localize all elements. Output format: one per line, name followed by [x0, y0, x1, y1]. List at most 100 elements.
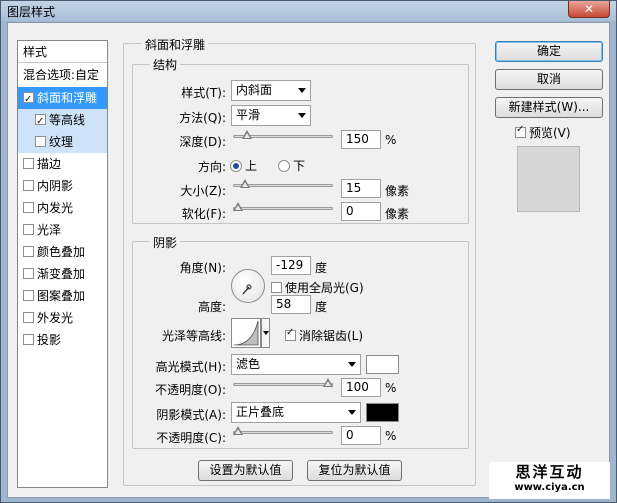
checkbox-inner-shadow[interactable]: [23, 180, 34, 191]
radio-down[interactable]: [278, 160, 290, 172]
bevel-style-select[interactable]: 内斜面: [231, 80, 311, 101]
style-list-header[interactable]: 样式: [18, 41, 107, 63]
antialias-option[interactable]: 消除锯齿(L): [285, 327, 363, 344]
gloss-contour-picker[interactable]: [231, 318, 261, 348]
antialias-checkbox[interactable]: [285, 327, 296, 341]
gloss-contour-dropdown[interactable]: [261, 318, 270, 348]
slider-thumb[interactable]: [242, 130, 252, 141]
style-item-stroke[interactable]: 描边: [18, 153, 107, 175]
style-preview-thumbnail: [517, 146, 580, 212]
size-slider[interactable]: [233, 179, 333, 193]
soften-label: 软化(F):: [181, 207, 226, 221]
slider-thumb[interactable]: [240, 179, 250, 190]
style-item-label: 纹理: [49, 135, 74, 149]
checkbox-stroke[interactable]: [23, 158, 34, 169]
angle-dial[interactable]: [231, 269, 265, 303]
close-button[interactable]: ✕: [568, 1, 610, 18]
new-style-button[interactable]: 新建样式(W)...: [495, 97, 603, 118]
shadow-mode-select[interactable]: 正片叠底: [231, 402, 361, 423]
direction-up-label: 上: [245, 159, 258, 173]
chevron-down-icon: [348, 410, 356, 415]
checkbox-pattern-overlay[interactable]: [23, 290, 34, 301]
global-light-option[interactable]: 使用全局光(G): [271, 279, 364, 296]
technique-label: 方法(Q):: [179, 111, 226, 125]
soften-slider[interactable]: [233, 202, 333, 216]
style-item-satin[interactable]: 光泽: [18, 219, 107, 241]
highlight-opacity-slider[interactable]: [233, 378, 333, 392]
style-item-label: 渐变叠加: [37, 267, 86, 281]
checkbox-satin[interactable]: [23, 224, 34, 235]
checkbox-gradient-overlay[interactable]: [23, 268, 34, 279]
style-item-contour[interactable]: 等高线: [18, 109, 107, 133]
style-item-gradient-overlay[interactable]: 渐变叠加: [18, 263, 107, 285]
direction-up-option[interactable]: 上: [230, 157, 257, 174]
shadow-opacity-input[interactable]: 0: [341, 426, 381, 445]
ok-button[interactable]: 确定: [495, 41, 603, 62]
technique-value: 平滑: [236, 108, 261, 122]
radio-up[interactable]: [230, 160, 242, 172]
style-item-pattern-overlay[interactable]: 图案叠加: [18, 285, 107, 307]
chevron-down-icon: [348, 362, 356, 367]
style-item-label: 等高线: [49, 113, 86, 127]
style-item-inner-shadow[interactable]: 内阴影: [18, 175, 107, 197]
soften-unit: 像素: [385, 207, 410, 221]
slider-track: [233, 207, 333, 210]
checkbox-drop-shadow[interactable]: [23, 334, 34, 345]
angle-input[interactable]: -129: [271, 256, 311, 275]
angle-indicator: [242, 284, 252, 295]
checkbox-bevel-emboss[interactable]: [23, 89, 34, 111]
style-item-label: 图案叠加: [37, 289, 86, 303]
slider-track: [233, 383, 333, 386]
global-light-checkbox[interactable]: [271, 282, 282, 293]
highlight-opacity-label: 不透明度(O):: [155, 383, 226, 397]
slider-track: [233, 431, 333, 434]
style-item-bevel-emboss[interactable]: 斜面和浮雕: [18, 87, 107, 111]
highlight-opacity-unit: %: [385, 381, 397, 395]
depth-input[interactable]: 150: [341, 130, 381, 149]
checkbox-outer-glow[interactable]: [23, 312, 34, 323]
style-item-color-overlay[interactable]: 颜色叠加: [18, 241, 107, 263]
blending-options-item[interactable]: 混合选项:自定: [18, 64, 107, 86]
technique-select[interactable]: 平滑: [231, 105, 311, 126]
style-item-label: 斜面和浮雕: [37, 91, 98, 105]
watermark-logo: 思洋互动 www.ciya.cn: [489, 462, 610, 499]
size-input[interactable]: 15: [341, 179, 381, 198]
highlight-color-swatch[interactable]: [366, 355, 399, 374]
dialog-body: 样式 混合选项:自定 斜面和浮雕 等高线 纹理 描边 内阴影 内发光 光泽 颜色…: [7, 22, 610, 499]
depth-unit: %: [385, 133, 397, 147]
slider-thumb[interactable]: [323, 378, 333, 389]
chevron-down-icon: [298, 88, 306, 93]
style-item-label: 内发光: [37, 201, 74, 215]
checkbox-contour[interactable]: [35, 111, 46, 133]
highlight-opacity-input[interactable]: 100: [341, 378, 381, 397]
preview-checkbox[interactable]: [515, 124, 526, 138]
direction-label: 方向:: [197, 160, 226, 174]
antialias-label: 消除锯齿(L): [299, 329, 364, 343]
direction-down-label: 下: [293, 159, 306, 173]
checkbox-color-overlay[interactable]: [23, 246, 34, 257]
size-label: 大小(Z):: [180, 184, 226, 198]
cancel-button[interactable]: 取消: [495, 69, 603, 90]
direction-down-option[interactable]: 下: [278, 157, 305, 174]
window-title: 图层样式: [7, 5, 56, 19]
style-item-inner-glow[interactable]: 内发光: [18, 197, 107, 219]
preview-option[interactable]: 预览(V): [515, 124, 571, 141]
depth-slider[interactable]: [233, 130, 333, 144]
altitude-unit: 度: [315, 300, 328, 314]
highlight-mode-select[interactable]: 滤色: [231, 354, 361, 375]
style-item-drop-shadow[interactable]: 投影: [18, 329, 107, 351]
preview-label: 预览(V): [529, 126, 571, 140]
style-item-outer-glow[interactable]: 外发光: [18, 307, 107, 329]
reset-default-button[interactable]: 复位为默认值: [307, 460, 402, 481]
style-item-texture[interactable]: 纹理: [18, 131, 107, 153]
checkbox-texture[interactable]: [35, 136, 46, 147]
slider-thumb[interactable]: [233, 202, 243, 213]
soften-input[interactable]: 0: [341, 202, 381, 221]
slider-thumb[interactable]: [233, 426, 243, 437]
make-default-button[interactable]: 设置为默认值: [198, 460, 293, 481]
altitude-input[interactable]: 58: [271, 295, 311, 314]
checkbox-inner-glow[interactable]: [23, 202, 34, 213]
shadow-opacity-slider[interactable]: [233, 426, 333, 440]
highlight-mode-value: 滤色: [236, 357, 261, 371]
shadow-color-swatch[interactable]: [366, 403, 399, 422]
